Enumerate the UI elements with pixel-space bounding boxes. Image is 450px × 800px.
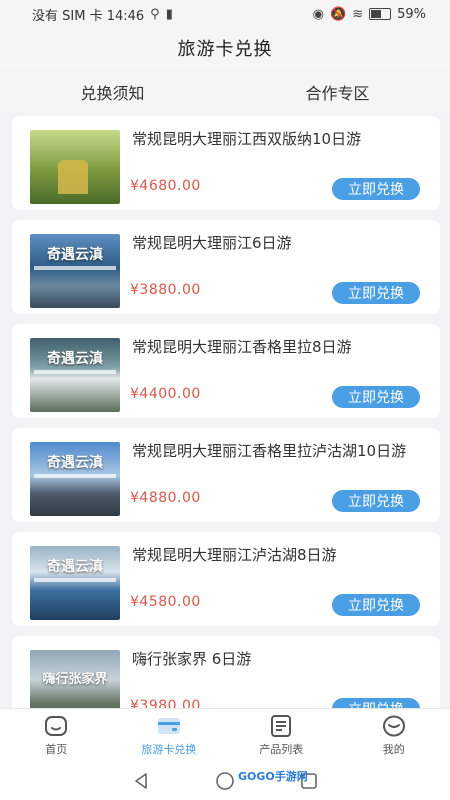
battery-icon [369, 8, 392, 20]
nav-product-list-label: 产品列表 [259, 743, 304, 756]
product-thumbnail: 奇遇云滇 [30, 546, 120, 620]
bottom-nav: 首页 旅游卡兑换 产品列表 我的 [0, 708, 450, 763]
battery-level: 59% [397, 6, 426, 22]
wifi-icon: ≋ [352, 6, 364, 22]
back-icon[interactable] [131, 771, 151, 791]
product-name: 常规昆明大理丽江香格里拉泸沽湖10日游 [132, 442, 407, 460]
redeem-button[interactable]: 立即兑换 [332, 594, 420, 616]
nav-card-exchange[interactable]: 旅游卡兑换 [113, 709, 226, 763]
tab-bar: 兑换须知 合作专区 [0, 72, 450, 112]
product-card[interactable]: 奇遇云滇 常规昆明大理丽江香格里拉8日游 ¥4400.00 立即兑换 [12, 324, 440, 418]
product-card[interactable]: 常规昆明大理丽江西双版纳10日游 ¥4680.00 立即兑换 [12, 116, 440, 210]
nav-profile-label: 我的 [382, 743, 405, 756]
home-icon [45, 716, 68, 736]
redeem-button[interactable]: 立即兑换 [332, 178, 420, 200]
redeem-button[interactable]: 立即兑换 [332, 386, 420, 408]
notification-icon: ▮ [165, 6, 173, 22]
home-circle-icon[interactable] [215, 771, 235, 791]
profile-icon [382, 715, 405, 737]
product-name: 常规昆明大理丽江西双版纳10日游 [132, 130, 362, 148]
product-thumbnail: 奇遇云滇 [30, 442, 120, 516]
redeem-button[interactable]: 立即兑换 [332, 282, 420, 304]
nav-card-exchange-label: 旅游卡兑换 [141, 743, 197, 756]
product-price: ¥4880.00 [130, 490, 201, 506]
card-icon [157, 718, 180, 734]
product-thumbnail: 嗨行张家界 [30, 650, 120, 708]
page-title: 旅游卡兑换 [0, 28, 450, 68]
product-card[interactable]: 嗨行张家界 嗨行张家界 6日游 ¥3980.00 立即兑换 [12, 636, 440, 708]
tab-exchange-notice[interactable]: 兑换须知 [0, 72, 225, 112]
nav-home-label: 首页 [45, 743, 68, 756]
product-thumbnail: 奇遇云滇 [30, 338, 120, 412]
product-price: ¥3980.00 [130, 698, 201, 708]
system-nav-bar [0, 762, 450, 800]
product-thumbnail: 奇遇云滇 [30, 234, 120, 308]
product-name: 常规昆明大理丽江泸沽湖8日游 [132, 546, 337, 564]
product-card[interactable]: 奇遇云滇 常规昆明大理丽江香格里拉泸沽湖10日游 ¥4880.00 立即兑换 [12, 428, 440, 522]
list-icon [271, 715, 292, 737]
mute-icon: 🔕 [330, 6, 347, 22]
product-name: 常规昆明大理丽江香格里拉8日游 [132, 338, 352, 356]
product-thumbnail [30, 130, 120, 204]
nav-product-list[interactable]: 产品列表 [225, 709, 338, 763]
watermark-logo: GOGO手游网 [238, 770, 308, 783]
product-list[interactable]: 常规昆明大理丽江西双版纳10日游 ¥4680.00 立即兑换 奇遇云滇 常规昆明… [0, 112, 450, 708]
nav-home[interactable]: 首页 [0, 709, 113, 763]
nav-profile[interactable]: 我的 [338, 709, 450, 763]
status-bar: 没有 SIM 卡 14:46 ⚲ ▮ ◉ 🔕 ≋ 59% [0, 0, 450, 28]
product-price: ¥4580.00 [130, 594, 201, 610]
carrier-time: 没有 SIM 卡 14:46 [32, 8, 145, 24]
redeem-button[interactable]: 立即兑换 [332, 698, 420, 708]
redeem-button[interactable]: 立即兑换 [332, 490, 420, 512]
product-price: ¥4400.00 [130, 386, 201, 402]
product-name: 常规昆明大理丽江6日游 [132, 234, 292, 252]
product-name: 嗨行张家界 6日游 [132, 650, 252, 668]
tab-partner-zone[interactable]: 合作专区 [225, 72, 450, 112]
product-price: ¥4680.00 [130, 178, 201, 194]
usb-icon: ⚲ [150, 6, 160, 22]
eye-icon: ◉ [312, 6, 324, 22]
product-card[interactable]: 奇遇云滇 常规昆明大理丽江6日游 ¥3880.00 立即兑换 [12, 220, 440, 314]
product-price: ¥3880.00 [130, 282, 201, 298]
product-card[interactable]: 奇遇云滇 常规昆明大理丽江泸沽湖8日游 ¥4580.00 立即兑换 [12, 532, 440, 626]
